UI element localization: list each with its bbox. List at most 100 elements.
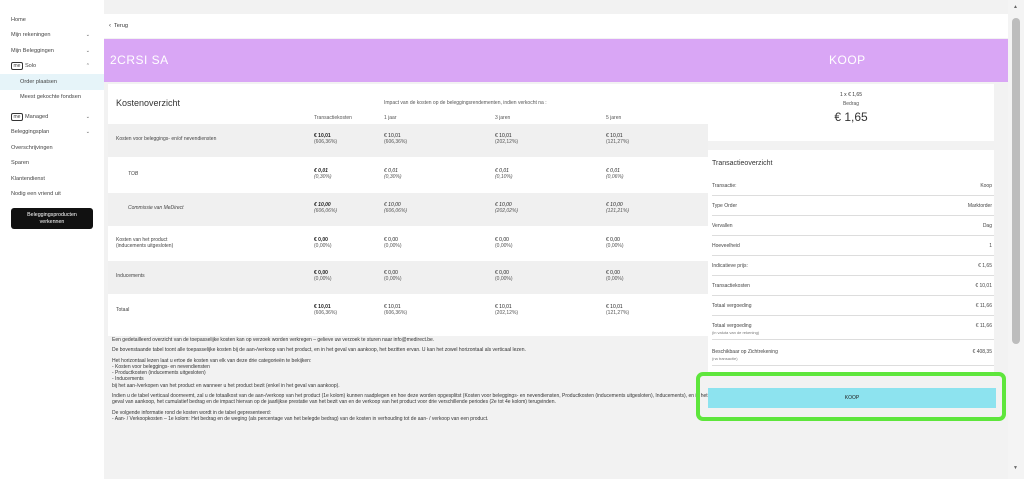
transaction-row: Type Order Marktorder bbox=[712, 196, 994, 216]
table-cell: € 10,01 (121,27%) bbox=[606, 304, 629, 316]
back-link[interactable]: ‹ Terug bbox=[104, 14, 1008, 38]
explore-products-label-2: verkennen bbox=[39, 218, 65, 225]
back-label: Terug bbox=[114, 23, 128, 29]
transaction-key: Type Order bbox=[712, 203, 737, 209]
info-paragraph: Een gedetailleerd overzicht van de toepa… bbox=[112, 337, 435, 343]
transaction-overview-title: Transactieoverzicht bbox=[712, 160, 773, 167]
table-cell: € 0,01 (0,10%) bbox=[495, 168, 513, 180]
sidebar-item-label: Nodig een vriend uit bbox=[11, 191, 61, 198]
transaction-value: € 1,65 bbox=[978, 263, 992, 269]
sidebar-item-beleggingsplan[interactable]: Beleggingsplan ⌄ bbox=[0, 125, 104, 141]
sidebar-item-label: Mijn rekeningen bbox=[11, 32, 51, 39]
scroll-thumb[interactable] bbox=[1012, 18, 1020, 344]
me-logo-icon: me bbox=[11, 62, 23, 71]
sidebar-item-label-text: Managed bbox=[24, 113, 49, 120]
cost-overview-card: Kostenoverzicht Impact van de kosten op … bbox=[108, 84, 708, 336]
transaction-key-text: Type Order bbox=[712, 203, 738, 209]
sidebar-item-mijn-beleggingen[interactable]: Mijn Beleggingen ⌄ bbox=[0, 43, 104, 59]
transaction-key: Hoeveelheid bbox=[712, 243, 740, 249]
cell-percentage: (0,00%) bbox=[606, 276, 624, 282]
sidebar-item-label: Meest gekochte fondsen bbox=[20, 94, 81, 101]
info-line: Het horizontaal lezen laat u ertoe de ko… bbox=[112, 357, 312, 364]
transaction-value: 1 bbox=[989, 243, 992, 249]
sidebar-item-label: Sparen bbox=[11, 160, 30, 167]
sidebar-item-klantendienst[interactable]: Klantendienst bbox=[0, 171, 104, 187]
quantity-line: 1 x € 1,65 bbox=[840, 92, 862, 98]
info-line: De volgende informatie rond de kosten wo… bbox=[112, 409, 271, 416]
koop-button[interactable]: KOOP bbox=[708, 388, 996, 408]
sidebar-item-mijn-rekeningen[interactable]: Mijn rekeningen ⌄ bbox=[0, 28, 104, 44]
row-label-text: TOB bbox=[128, 171, 139, 177]
cell-percentage: (202,12%) bbox=[495, 310, 519, 316]
sidebar-item-order-plaatsen[interactable]: Order plaatsen bbox=[0, 74, 104, 90]
table-cell: € 10,01 (202,12%) bbox=[495, 304, 518, 316]
row-label-subtext: (inducements uitgesloten) bbox=[116, 243, 174, 249]
column-header: 5 jaren bbox=[606, 115, 622, 121]
row-label: Kosten voor beleggings- en/of nevendiens… bbox=[116, 136, 216, 142]
table-cell: € 10,01 (606,36%) bbox=[384, 304, 407, 316]
cell-percentage: (0,00%) bbox=[384, 243, 402, 249]
table-cell: € 0,00 (0,00%) bbox=[384, 270, 402, 282]
sidebar-item-label: me Solo bbox=[11, 62, 36, 71]
row-label: TOB bbox=[128, 171, 138, 177]
sidebar-item-label: Klantendienst bbox=[11, 175, 45, 182]
sidebar-item-overschrijvingen[interactable]: Overschrijvingen bbox=[0, 140, 104, 156]
chevron-down-icon: ⌄ bbox=[85, 113, 90, 120]
sidebar-item-home[interactable]: Home bbox=[0, 12, 104, 28]
explore-products-button[interactable]: Beleggingsproducten verkennen bbox=[11, 208, 93, 229]
transaction-value: € 10,01 bbox=[975, 283, 992, 289]
sidebar-item-solo[interactable]: me Solo ⌃ bbox=[0, 59, 104, 75]
transaction-key-text: Transactie: bbox=[712, 183, 737, 189]
scroll-down-icon[interactable]: ▼ bbox=[1013, 465, 1018, 471]
row-label-text: Inducements bbox=[116, 273, 145, 279]
header-band bbox=[104, 39, 1008, 82]
cost-overview-title: Kostenoverzicht bbox=[116, 98, 181, 108]
table-cell: € 0,00 (0,00%) bbox=[606, 237, 624, 249]
cell-percentage: (0,00%) bbox=[495, 243, 513, 249]
sidebar-item-meest-gekochte-fondsen[interactable]: Meest gekochte fondsen bbox=[0, 90, 104, 106]
table-cell: € 10,01 (606,36%) bbox=[314, 304, 337, 316]
transaction-key: Transactie: bbox=[712, 183, 737, 189]
info-line: - Productkosten (inducements uitgesloten… bbox=[112, 370, 206, 377]
table-cell: € 10,00 (121,21%) bbox=[606, 202, 629, 214]
table-cell: € 0,00 (0,00%) bbox=[606, 270, 624, 282]
transaction-row: Transactie: Koop bbox=[712, 176, 994, 196]
cell-percentage: (0,10%) bbox=[495, 174, 513, 180]
info-line: - Inducements bbox=[112, 376, 144, 383]
table-row: Kosten van het product (inducements uitge… bbox=[108, 228, 708, 261]
transaction-row: Totaal vergoeding € 11,66 bbox=[712, 296, 994, 316]
table-cell: € 10,00 (202,02%) bbox=[495, 202, 518, 214]
table-row: TOB € 0,01 (0,30%) € 0,01 (0,30%) € 0,01 (0,10… bbox=[108, 159, 708, 192]
transaction-key-text: Indicatieve prijs: bbox=[712, 263, 748, 269]
sidebar-item-nodig-een-vriend-uit[interactable]: Nodig een vriend uit bbox=[0, 187, 104, 203]
transaction-row: Transactiekosten € 10,01 bbox=[712, 276, 994, 296]
transaction-row: Beschikbaar op Zichtrekening (na transact… bbox=[712, 342, 994, 366]
row-label: Commissie van MeDirect bbox=[128, 205, 184, 211]
column-header: 3 jaren bbox=[495, 115, 511, 121]
cell-percentage: (606,36%) bbox=[384, 139, 408, 145]
cell-percentage: (0,00%) bbox=[384, 276, 402, 282]
sidebar-item-label: me Managed bbox=[11, 112, 49, 121]
sidebar-item-managed[interactable]: me Managed ⌄ bbox=[0, 109, 104, 125]
row-label: Kosten van het product (inducements uitge… bbox=[116, 237, 173, 249]
impact-note: Impact van de kosten op de beleggingsren… bbox=[384, 100, 547, 106]
transaction-key: Totaal vergoeding (in valuta van de reken… bbox=[712, 323, 759, 335]
table-cell: € 0,00 (0,00%) bbox=[384, 237, 402, 249]
sidebar-item-sparen[interactable]: Sparen bbox=[0, 156, 104, 172]
transaction-key-text: Totaal vergoeding bbox=[712, 323, 752, 329]
sidebar-item-label: Mijn Beleggingen bbox=[11, 47, 54, 54]
amount-label: Bedrag bbox=[842, 101, 860, 107]
scroll-up-icon[interactable]: ▲ bbox=[1013, 4, 1018, 10]
transaction-value: € 11,66 bbox=[975, 323, 992, 329]
cell-percentage: (0,30%) bbox=[314, 174, 332, 180]
product-title: 2CRSI SA bbox=[110, 53, 169, 67]
table-cell: € 0,00 (0,00%) bbox=[314, 270, 332, 282]
transaction-value: Dag bbox=[982, 223, 992, 229]
cell-percentage: (0,00%) bbox=[314, 276, 332, 282]
order-summary-card: 1 x € 1,65 Bedrag € 1,65 bbox=[708, 84, 994, 141]
table-cell: € 0,00 (0,00%) bbox=[495, 270, 513, 282]
amount-value: € 1,65 bbox=[834, 110, 868, 124]
cell-percentage: (202,12%) bbox=[495, 139, 519, 145]
scrollbar[interactable]: ▲ ▼ bbox=[1008, 0, 1024, 479]
cell-percentage: (0,00%) bbox=[314, 243, 332, 249]
